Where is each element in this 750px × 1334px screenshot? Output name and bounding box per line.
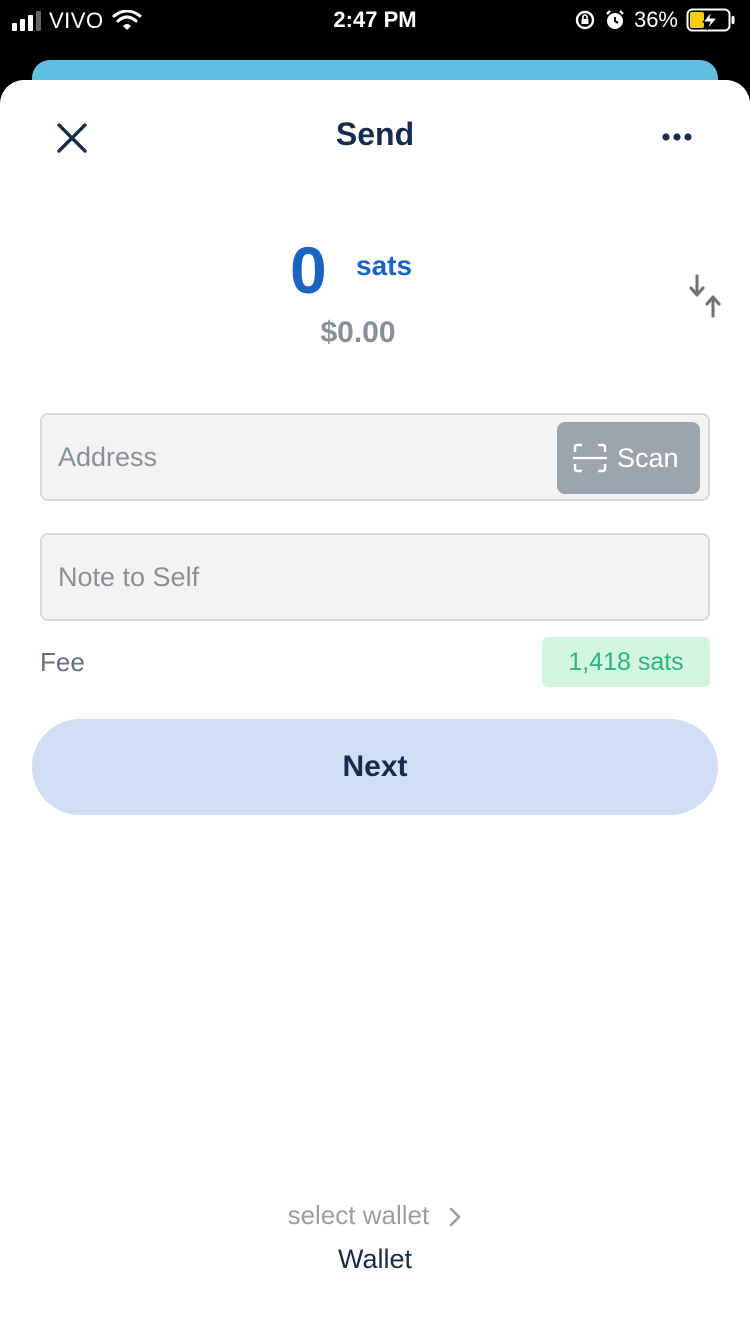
scan-label: Scan: [617, 442, 679, 473]
chevron-right-icon: [450, 1207, 461, 1227]
select-wallet-link[interactable]: select wallet: [0, 1200, 750, 1231]
sheet-header: Send: [0, 80, 750, 190]
address-field[interactable]: Scan: [40, 413, 710, 501]
fee-value-badge[interactable]: 1,418 sats: [542, 637, 710, 687]
wallet-name[interactable]: Wallet: [0, 1244, 750, 1275]
note-input[interactable]: [58, 535, 688, 619]
note-field[interactable]: [40, 533, 710, 621]
fiat-amount: $0.00: [320, 316, 396, 349]
send-sheet: Send 0 sats $0.00 Scan Fee 1,418 sats: [0, 80, 750, 1334]
address-input[interactable]: [58, 415, 538, 499]
fee-value: 1,418 sats: [568, 647, 684, 676]
orientation-lock-icon: [575, 10, 595, 30]
battery-percent: 36%: [633, 7, 678, 32]
amount-display[interactable]: 0 sats: [0, 230, 750, 310]
battery-charging-icon: [686, 8, 735, 32]
select-wallet-label: select wallet: [287, 1200, 430, 1230]
amount-value: 0: [290, 233, 327, 307]
fee-label: Fee: [40, 647, 85, 677]
scan-button[interactable]: Scan: [557, 422, 700, 494]
page-title: Send: [335, 116, 415, 152]
swap-currency-icon[interactable]: [688, 272, 722, 320]
amount-unit: sats: [356, 250, 413, 281]
next-button[interactable]: Next: [32, 719, 718, 815]
status-bar: VIVO 2:47 PM 36%: [0, 0, 750, 40]
status-right: 36%: [574, 7, 736, 33]
alarm-icon: [606, 10, 624, 29]
qr-scan-icon: [573, 443, 607, 473]
more-options-icon[interactable]: [656, 122, 700, 152]
